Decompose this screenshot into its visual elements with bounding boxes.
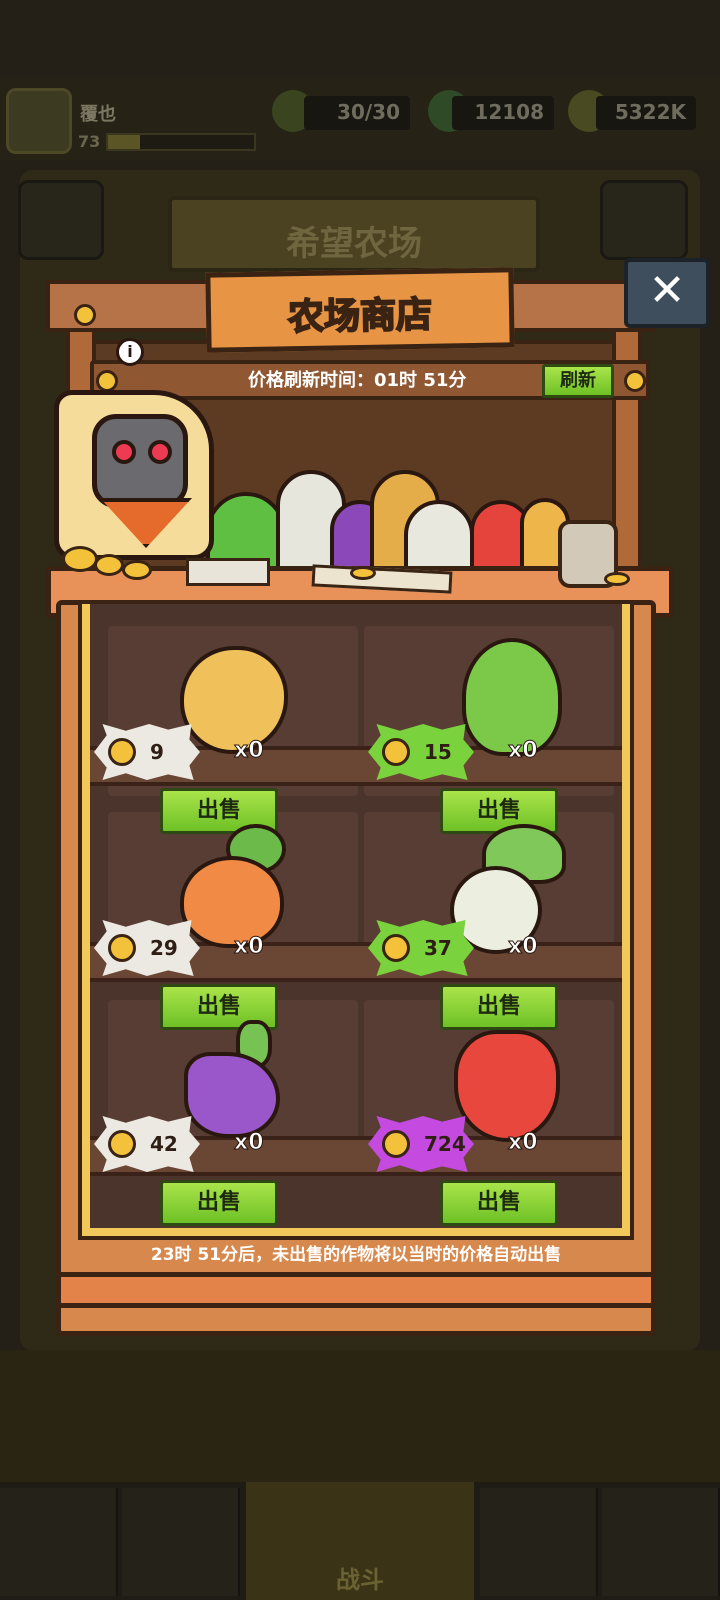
close-button[interactable]: ✕ <box>624 258 710 328</box>
item-price: 37 <box>424 936 452 960</box>
coin-icon <box>604 572 630 586</box>
shop-base <box>56 1272 656 1308</box>
coin-icon <box>382 934 410 962</box>
nav-fight-tab[interactable]: 战斗 <box>246 1482 474 1600</box>
coin-icon <box>108 934 136 962</box>
cash-stack-icon <box>186 558 270 586</box>
info-icon[interactable]: i <box>116 338 144 366</box>
coin-icon <box>382 738 410 766</box>
sell-eggplant-button[interactable]: 出售 <box>160 1180 278 1226</box>
shopkeeper-robot-icon <box>92 414 188 508</box>
nav-skills-tab[interactable] <box>480 1488 598 1596</box>
nav-shop-tab[interactable] <box>0 1488 118 1596</box>
event-button[interactable] <box>600 180 688 260</box>
coin-pile-icon <box>62 546 98 572</box>
menu-button[interactable] <box>18 180 104 260</box>
item-price: 15 <box>424 740 452 764</box>
refresh-button[interactable]: 刷新 <box>542 364 614 398</box>
rivet-icon <box>96 370 118 392</box>
coin-icon <box>108 1130 136 1158</box>
stall-beam-left <box>46 280 226 332</box>
refresh-countdown: 价格刷新时间：01时 51分 <box>248 370 467 391</box>
item-price: 29 <box>150 936 178 960</box>
item-price: 9 <box>150 740 164 764</box>
item-quantity: x0 <box>234 1130 264 1156</box>
gem-counter: 12108 <box>452 96 554 130</box>
auto-sell-notice: 23时 51分后，未出售的作物将以当时的价格自动出售 <box>150 1245 562 1265</box>
robot-eye-icon <box>112 440 136 464</box>
player-level: 73 <box>78 132 101 151</box>
item-quantity: x0 <box>508 934 538 960</box>
item-price: 42 <box>150 1132 178 1156</box>
robot-eye-icon <box>148 440 172 464</box>
rivet-icon <box>74 304 96 326</box>
coin-icon <box>382 1130 410 1158</box>
sell-strawberry-button[interactable]: 出售 <box>440 1180 558 1226</box>
rivet-icon <box>624 370 646 392</box>
nav-cards-tab[interactable] <box>602 1488 720 1596</box>
item-price: 724 <box>424 1132 466 1156</box>
coin-pile-icon <box>94 554 124 576</box>
item-quantity: x0 <box>508 1130 538 1156</box>
item-quantity: x0 <box>508 738 538 764</box>
farm-title: 希望农场 <box>168 196 540 272</box>
nav-fight-label: 战斗 <box>336 1566 384 1594</box>
shop-title: 农场商店 <box>205 267 515 353</box>
item-quantity: x0 <box>234 934 264 960</box>
player-avatar[interactable] <box>6 88 72 154</box>
item-quantity: x0 <box>234 738 264 764</box>
coin-pile-icon <box>122 560 152 580</box>
coin-icon <box>350 566 376 580</box>
player-xp-bar <box>106 133 256 151</box>
bottom-navigation: 战斗 <box>0 1482 720 1600</box>
nav-equipment-tab[interactable] <box>122 1488 240 1596</box>
coin-icon <box>108 738 136 766</box>
player-name: 覆也 <box>80 104 116 125</box>
stamina-counter: 30/30 <box>304 96 410 130</box>
gold-counter: 5322K <box>596 96 696 130</box>
